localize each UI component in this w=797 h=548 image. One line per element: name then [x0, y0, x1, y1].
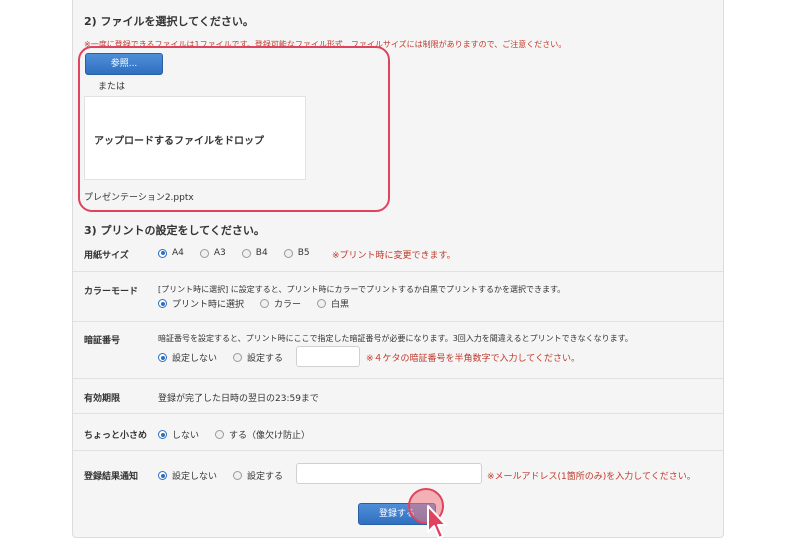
radio-dot [317, 299, 327, 308]
pin-options: 設定しない 設定する [158, 351, 299, 364]
expiry-value: 登録が完了した日時の翌日の23:59まで [158, 394, 319, 404]
browse-button[interactable]: 参照... [85, 53, 163, 75]
color-mode-label: カラーモード [84, 287, 139, 297]
step2-heading: 2) ファイルを選択してください。 [84, 15, 254, 28]
row-divider [73, 378, 723, 379]
radio-dot [158, 248, 167, 258]
radio-color-mono[interactable]: 白黒 [317, 297, 349, 310]
radio-color-print-time[interactable]: プリント時に選択 [158, 297, 244, 310]
smaller-options: しない する（像欠け防止） [158, 428, 326, 441]
file-drop-zone[interactable]: アップロードするファイルをドロップ [84, 96, 306, 180]
radio-pin-off[interactable]: 設定しない [158, 351, 217, 364]
radio-notify-off[interactable]: 設定しない [158, 469, 217, 482]
radio-dot [233, 353, 243, 362]
or-text: または [98, 82, 126, 92]
row-divider [73, 321, 723, 322]
smaller-label: ちょっと小さめ [84, 431, 148, 441]
radio-dot [241, 248, 251, 258]
radio-smaller-off[interactable]: しない [158, 428, 199, 441]
radio-paper-a3[interactable]: A3 [199, 248, 226, 258]
radio-smaller-on[interactable]: する（像欠け防止） [215, 428, 310, 441]
radio-dot [158, 299, 167, 308]
row-divider [73, 413, 723, 414]
radio-dot [283, 248, 293, 258]
notify-email-input[interactable] [296, 463, 482, 484]
step2-note: ※一度に登録できるファイルは1ファイルです。登録可能なファイル形式、ファイルサイ… [84, 40, 567, 49]
paper-size-options: A4 A3 B4 B5 [158, 248, 326, 258]
radio-dot [158, 353, 167, 362]
mouse-pointer-icon [427, 505, 447, 539]
radio-pin-on[interactable]: 設定する [233, 351, 283, 364]
form-panel [72, 0, 724, 538]
pin-label: 暗証番号 [84, 336, 121, 346]
expiry-label: 有効期限 [84, 394, 121, 404]
color-mode-options: プリント時に選択 カラー 白黒 [158, 297, 365, 310]
paper-size-label: 用紙サイズ [84, 251, 129, 261]
radio-paper-b5[interactable]: B5 [283, 248, 310, 258]
radio-paper-b4[interactable]: B4 [241, 248, 268, 258]
row-divider [73, 271, 723, 272]
radio-color-color[interactable]: カラー [260, 297, 301, 310]
radio-dot [158, 430, 167, 439]
radio-dot [199, 248, 209, 258]
drop-zone-text: アップロードするファイルをドロップ [94, 136, 264, 147]
radio-notify-on[interactable]: 設定する [233, 469, 283, 482]
radio-paper-a4[interactable]: A4 [158, 248, 184, 258]
pin-description: 暗証番号を設定すると、プリント時にここで指定した暗証番号が必要になります。3回入… [158, 334, 633, 343]
step3-heading: 3) プリントの設定をしてください。 [84, 224, 265, 237]
notify-note: ※メールアドレス(1箇所のみ)を入力してください。 [487, 472, 696, 482]
row-divider [73, 450, 723, 451]
radio-dot [158, 471, 167, 480]
pin-note: ※４ケタの暗証番号を半角数字で入力してください。 [366, 354, 581, 364]
notify-label: 登録結果通知 [84, 472, 139, 482]
color-mode-description: [プリント時に選択] に設定すると、プリント時にカラーでプリントするか白黒でプリ… [158, 285, 566, 294]
paper-size-note: ※プリント時に変更できます。 [332, 251, 456, 261]
selected-file-name: プレゼンテーション2.pptx [84, 193, 194, 203]
radio-dot [215, 430, 225, 439]
notify-options: 設定しない 設定する [158, 469, 299, 482]
pin-input[interactable] [296, 346, 360, 367]
radio-dot [233, 471, 243, 480]
radio-dot [260, 299, 270, 308]
